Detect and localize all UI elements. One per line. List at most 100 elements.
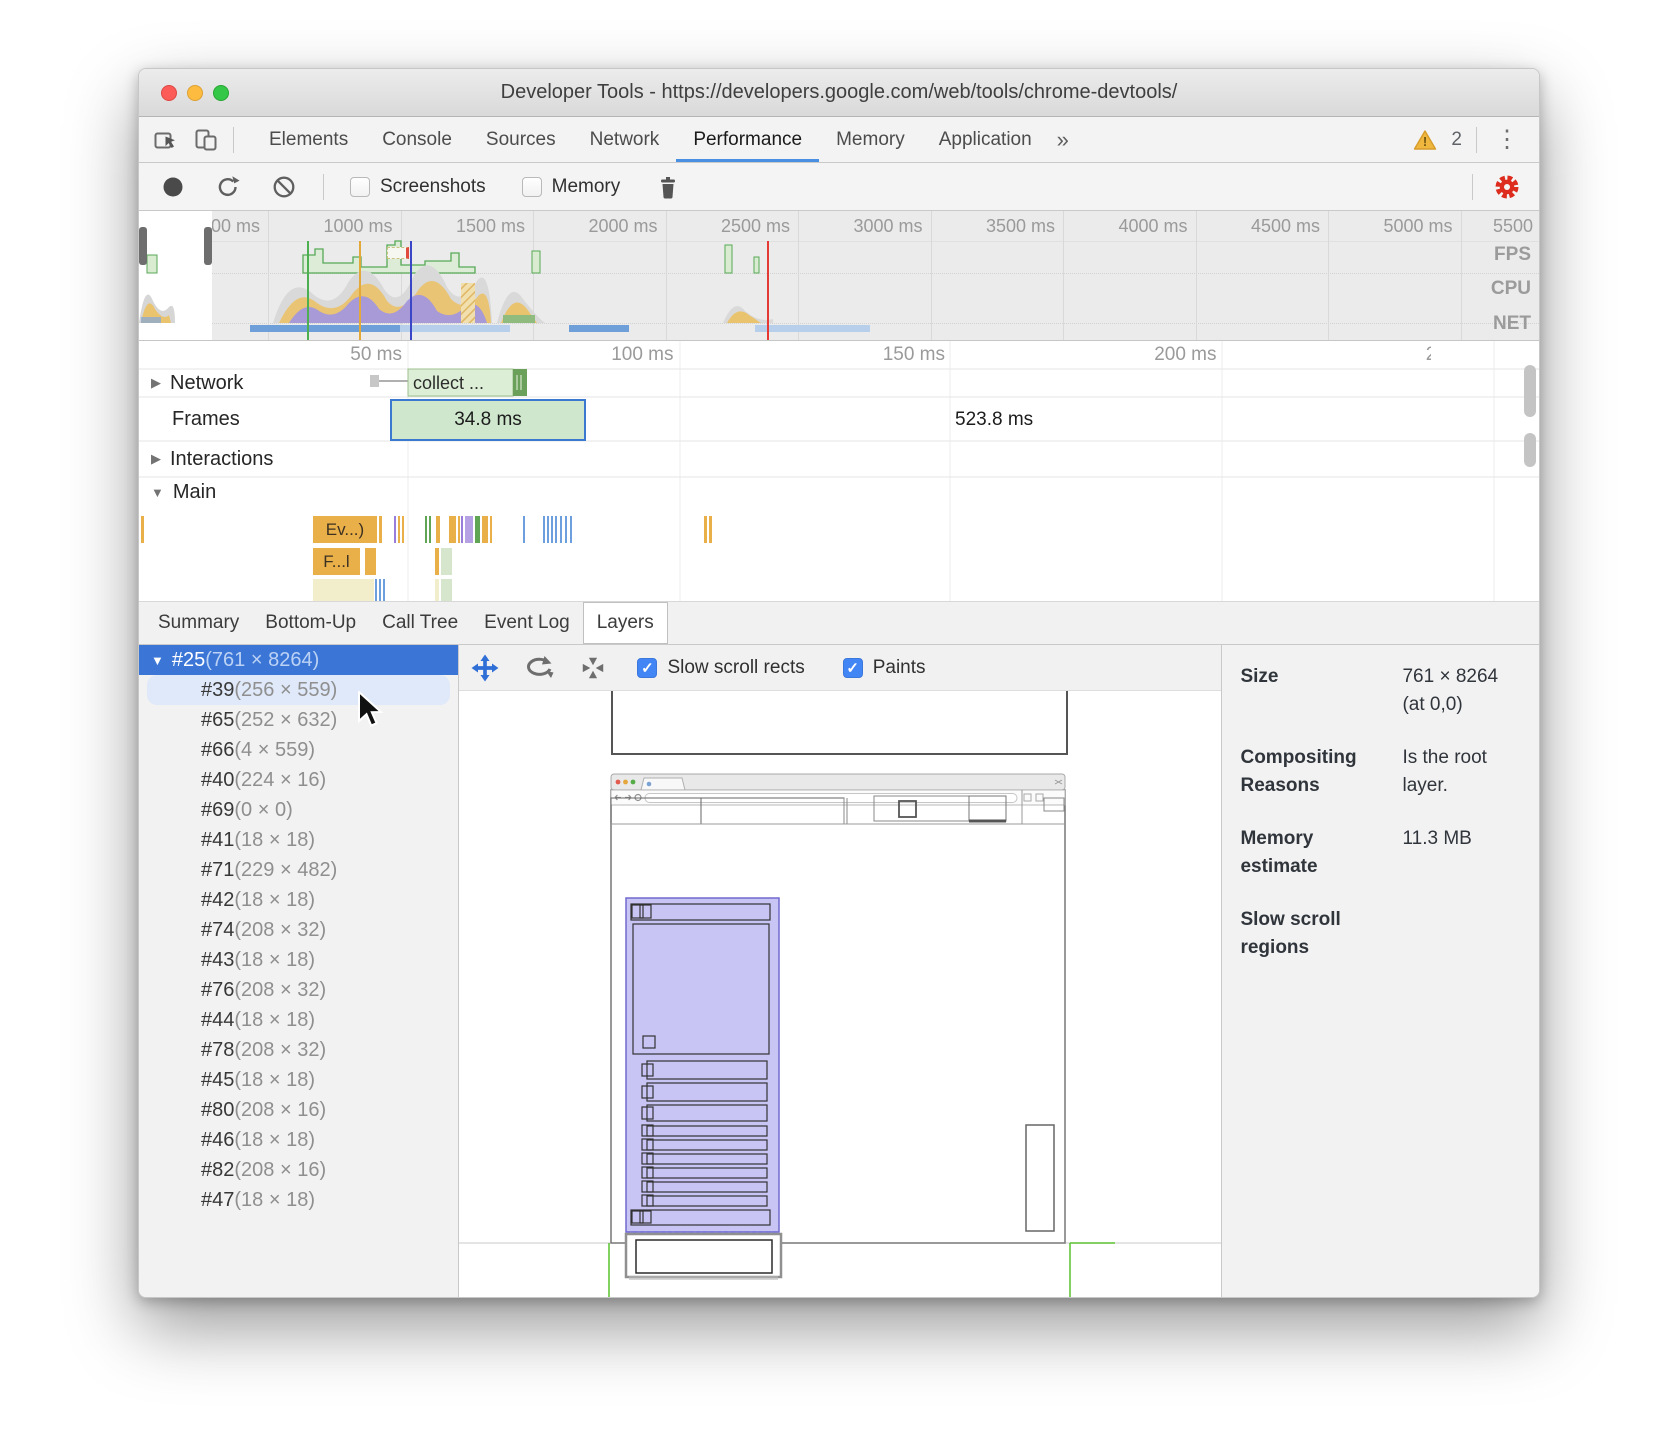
layer-tree-row[interactable]: #65(252 × 632) bbox=[139, 705, 458, 735]
tab-memory[interactable]: Memory bbox=[819, 117, 922, 162]
lane-label-net: NET bbox=[1493, 313, 1531, 335]
layer-tree-row[interactable]: #43(18 × 18) bbox=[139, 945, 458, 975]
selected-frame[interactable]: 34.8 ms bbox=[390, 399, 586, 441]
trash-icon[interactable] bbox=[656, 174, 680, 200]
disclosure-triangle-icon[interactable]: ▼ bbox=[151, 485, 164, 500]
interactions-row-label[interactable]: ▶ Interactions bbox=[151, 441, 273, 477]
layer-size: (208 × 32) bbox=[234, 1039, 326, 1062]
layer-tree-row[interactable]: #78(208 × 32) bbox=[139, 1035, 458, 1065]
layer-tree-row[interactable]: #69(0 × 0) bbox=[139, 795, 458, 825]
warning-count: 2 bbox=[1451, 129, 1462, 151]
divider bbox=[1472, 174, 1473, 200]
flame-ruler: 50 ms100 ms150 ms200 ms250 ms bbox=[139, 341, 1431, 367]
layer-size: (18 × 18) bbox=[234, 949, 315, 972]
selection-handle-right[interactable] bbox=[204, 227, 212, 265]
function-call-bar[interactable]: F...l bbox=[313, 548, 360, 575]
slow-scroll-rects-checkbox[interactable]: ✓ bbox=[637, 658, 657, 678]
layer-id: #46 bbox=[201, 1129, 234, 1152]
layer-id: #45 bbox=[201, 1069, 234, 1092]
layer-id: #40 bbox=[201, 769, 234, 792]
reload-and-profile-icon[interactable] bbox=[215, 174, 241, 200]
more-tabs-button[interactable]: » bbox=[1049, 117, 1077, 162]
event-bar[interactable]: Ev...) bbox=[313, 516, 377, 543]
panel-tab-call-tree[interactable]: Call Tree bbox=[369, 602, 471, 644]
tab-elements[interactable]: Elements bbox=[252, 117, 365, 162]
layers-toolbar: ✓ Slow scroll rects ✓ Paints bbox=[459, 645, 1221, 691]
kebab-menu-icon[interactable]: ⋮ bbox=[1491, 128, 1523, 152]
layer-id: #71 bbox=[201, 859, 234, 882]
title-bar[interactable]: Developer Tools - https://developers.goo… bbox=[139, 69, 1539, 117]
layer-tree-row[interactable]: #42(18 × 18) bbox=[139, 885, 458, 915]
layers-3d-viewport[interactable] bbox=[459, 691, 1221, 1298]
tab-network[interactable]: Network bbox=[573, 117, 677, 162]
disclosure-triangle-icon[interactable]: ▶ bbox=[151, 451, 161, 467]
disclosure-triangle-icon[interactable]: ▼ bbox=[151, 653, 164, 668]
window-title: Developer Tools - https://developers.goo… bbox=[501, 81, 1178, 104]
panel-tab-layers[interactable]: Layers bbox=[583, 602, 668, 644]
disclosure-triangle-icon[interactable]: ▶ bbox=[151, 375, 161, 391]
layer-tree-row[interactable]: #41(18 × 18) bbox=[139, 825, 458, 855]
rotate-mode-icon[interactable] bbox=[525, 654, 555, 682]
layer-size: (229 × 482) bbox=[234, 859, 337, 882]
minimize-button[interactable] bbox=[187, 85, 203, 101]
settings-gear-icon[interactable] bbox=[1493, 173, 1521, 201]
layer-id: #43 bbox=[201, 949, 234, 972]
layer-tree-row[interactable]: ▼#25(761 × 8264) bbox=[139, 645, 458, 675]
tab-sources[interactable]: Sources bbox=[469, 117, 573, 162]
layer-tree-row[interactable]: #45(18 × 18) bbox=[139, 1065, 458, 1095]
layer-tree-row[interactable]: #46(18 × 18) bbox=[139, 1125, 458, 1155]
layer-tree-row[interactable]: #76(208 × 32) bbox=[139, 975, 458, 1005]
layer-details-pane: Size761 × 8264 (at 0,0)Compositing Reaso… bbox=[1221, 645, 1539, 1298]
layer-tree-row[interactable]: #74(208 × 32) bbox=[139, 915, 458, 945]
clear-icon[interactable] bbox=[271, 174, 297, 200]
layer-size: (18 × 18) bbox=[234, 829, 315, 852]
screenshots-checkbox[interactable] bbox=[350, 177, 370, 197]
layer-tree-row[interactable]: #47(18 × 18) bbox=[139, 1185, 458, 1215]
zoom-button[interactable] bbox=[213, 85, 229, 101]
layer-tree-row[interactable]: #40(224 × 16) bbox=[139, 765, 458, 795]
layer-tree-row[interactable]: #71(229 × 482) bbox=[139, 855, 458, 885]
layer-tree-row[interactable]: #82(208 × 16) bbox=[139, 1155, 458, 1185]
close-button[interactable] bbox=[161, 85, 177, 101]
scrollbar-thumb[interactable] bbox=[1524, 433, 1536, 467]
layer-tree-row[interactable]: #44(18 × 18) bbox=[139, 1005, 458, 1035]
divider bbox=[1476, 127, 1477, 153]
layer-tree-row[interactable]: #80(208 × 16) bbox=[139, 1095, 458, 1125]
scrollbar-thumb[interactable] bbox=[1524, 365, 1536, 417]
detail-row: Memory estimate11.3 MB bbox=[1240, 825, 1521, 880]
panel-tab-summary[interactable]: Summary bbox=[145, 602, 252, 644]
next-frame-duration[interactable]: 523.8 ms bbox=[955, 399, 1033, 441]
fps-bar bbox=[147, 255, 157, 273]
tab-console[interactable]: Console bbox=[365, 117, 469, 162]
network-request-bar[interactable]: collect ... bbox=[413, 371, 507, 395]
detail-label: Memory estimate bbox=[1240, 825, 1392, 880]
flame-chart[interactable]: 50 ms100 ms150 ms200 ms250 ms ▶ Network … bbox=[139, 341, 1539, 601]
device-toolbar-icon[interactable] bbox=[193, 127, 219, 153]
warning-icon[interactable]: ! bbox=[1413, 129, 1437, 151]
flame-ruler-tick: 200 ms bbox=[1107, 344, 1217, 366]
layer-size: (18 × 18) bbox=[234, 1129, 315, 1152]
memory-checkbox[interactable] bbox=[522, 177, 542, 197]
performance-toolbar: Screenshots Memory bbox=[139, 163, 1539, 211]
pan-mode-icon[interactable] bbox=[471, 654, 499, 682]
layer-tree-row[interactable]: #39(256 × 559) bbox=[147, 675, 450, 705]
selection-handle-left[interactable] bbox=[139, 227, 147, 265]
layers-3d-viewport-canvas[interactable] bbox=[459, 691, 1221, 1298]
network-row-label[interactable]: ▶ Network bbox=[151, 369, 243, 397]
layer-id: #47 bbox=[201, 1189, 234, 1212]
panel-tab-bottom-up[interactable]: Bottom-Up bbox=[252, 602, 369, 644]
paints-checkbox[interactable]: ✓ bbox=[843, 658, 863, 678]
reset-view-icon[interactable] bbox=[579, 654, 607, 682]
svg-text:!: ! bbox=[1423, 134, 1427, 149]
panel-tab-event-log[interactable]: Event Log bbox=[471, 602, 583, 644]
layer-size: (18 × 18) bbox=[234, 1189, 315, 1212]
layer-tree-row[interactable]: #66(4 × 559) bbox=[139, 735, 458, 765]
detail-value: 11.3 MB bbox=[1402, 825, 1521, 880]
tab-performance[interactable]: Performance bbox=[676, 117, 819, 162]
record-button[interactable] bbox=[161, 175, 185, 199]
main-row-label[interactable]: ▼ Main bbox=[151, 477, 216, 507]
tab-application[interactable]: Application bbox=[922, 117, 1049, 162]
overview-charts bbox=[139, 211, 1540, 341]
inspect-element-icon[interactable] bbox=[153, 127, 179, 153]
timeline-overview[interactable]: 500 ms1000 ms1500 ms2000 ms2500 ms3000 m… bbox=[139, 211, 1539, 341]
